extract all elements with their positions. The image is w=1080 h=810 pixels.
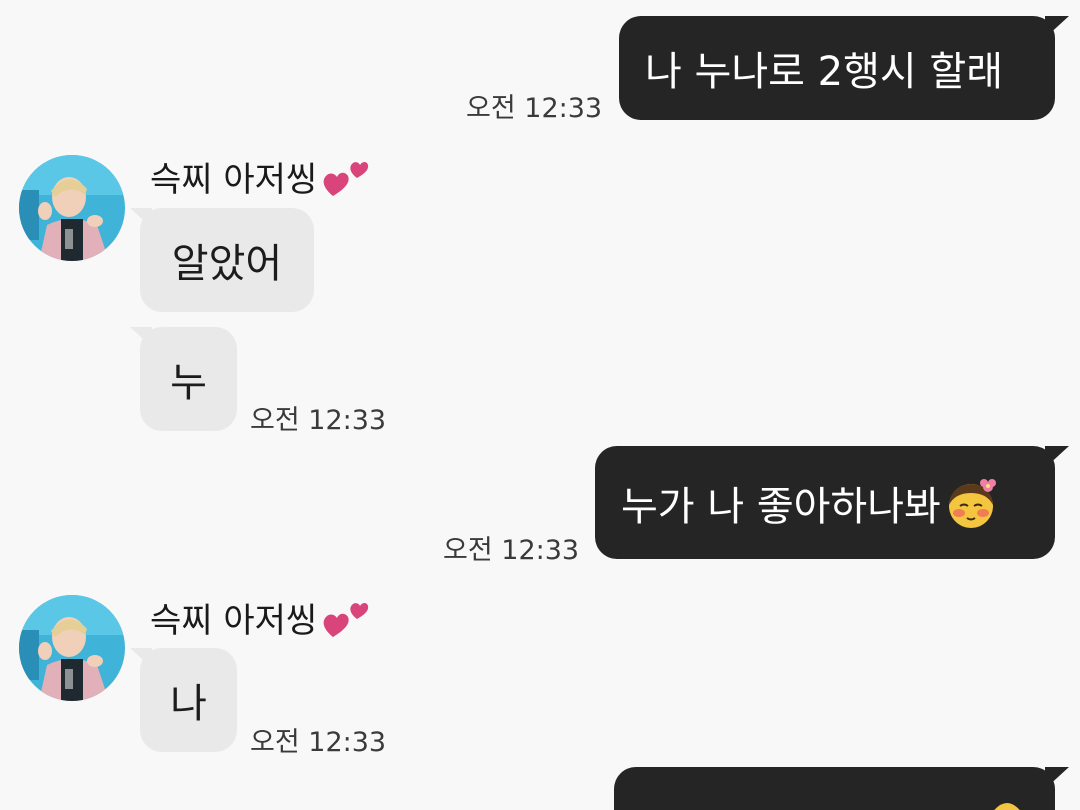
blushing-face-with-flower-icon bbox=[948, 478, 996, 528]
message-time: 오전 12:33 bbox=[443, 535, 580, 566]
message-text: 누가 나 좋아하나봐 bbox=[621, 483, 941, 530]
sender-name: 슥찌 아저씽 bbox=[150, 593, 371, 642]
avatar-photo bbox=[19, 595, 125, 701]
avatar-photo bbox=[19, 155, 125, 261]
message-time: 오전 12:33 bbox=[466, 93, 603, 124]
message-text: 나 bbox=[170, 681, 207, 727]
bubble-tail bbox=[130, 208, 152, 228]
emoji-icon bbox=[994, 803, 1020, 810]
outgoing-message-bubble[interactable] bbox=[614, 767, 1069, 810]
bubble-tail bbox=[130, 648, 152, 668]
sender-name-text: 슥찌 아저씽 bbox=[150, 160, 318, 200]
sender-name: 슥찌 아저씽 bbox=[150, 152, 371, 201]
avatar[interactable] bbox=[19, 155, 125, 261]
message-text: 알았어 bbox=[171, 241, 283, 287]
bubble-tail bbox=[1045, 767, 1069, 789]
chat-screen[interactable]: 오전 12:33 나 누나로 2행시 할래 슥찌 아저씽 알았어 누 오전 12… bbox=[0, 0, 1080, 810]
bubble-tail bbox=[1045, 446, 1069, 468]
sender-name-text: 슥찌 아저씽 bbox=[150, 601, 318, 641]
incoming-message-bubble[interactable]: 알았어 bbox=[130, 208, 314, 312]
message-text: 나 누나로 2행시 할래 bbox=[645, 49, 1003, 95]
avatar[interactable] bbox=[19, 595, 125, 701]
bubble-tail bbox=[130, 327, 152, 347]
outgoing-message-bubble[interactable]: 누가 나 좋아하나봐 bbox=[595, 446, 1069, 559]
message-text: 누 bbox=[170, 360, 207, 406]
incoming-message-bubble[interactable]: 나 bbox=[130, 648, 237, 752]
outgoing-message-bubble[interactable]: 나 누나로 2행시 할래 bbox=[619, 16, 1069, 120]
message-time: 오전 12:33 bbox=[250, 727, 387, 758]
incoming-message-bubble[interactable]: 누 bbox=[130, 327, 237, 431]
two-hearts-icon bbox=[323, 161, 369, 196]
bubble-tail bbox=[1045, 16, 1069, 38]
two-hearts-icon bbox=[323, 602, 369, 637]
message-time: 오전 12:33 bbox=[250, 405, 387, 436]
